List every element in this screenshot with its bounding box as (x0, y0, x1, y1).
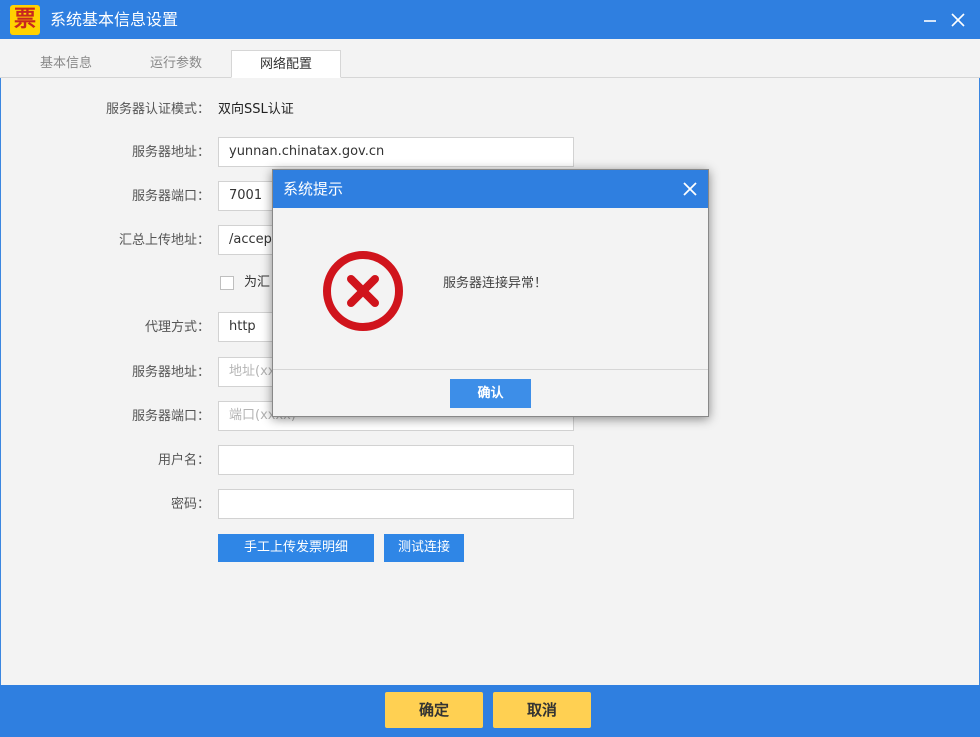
tab-basic-info[interactable]: 基本信息 (12, 50, 120, 78)
dialog-title: 系统提示 (283, 180, 344, 198)
cancel-button[interactable]: 取消 (493, 692, 591, 728)
proxy-type-label: 代理方式： (144, 320, 210, 335)
server-address-label: 服务器地址： (131, 145, 210, 160)
system-alert-dialog: 系统提示 服务器连接异常！ 确认 (272, 169, 709, 417)
test-connection-button[interactable]: 测试连接 (384, 534, 464, 562)
server-address-input[interactable]: yunnan.chinatax.gov.cn (218, 137, 574, 167)
error-icon (323, 251, 403, 331)
tab-run-params[interactable]: 运行参数 (122, 50, 230, 78)
minimize-button[interactable] (916, 0, 944, 39)
window-close-button[interactable] (944, 0, 972, 39)
password-input[interactable] (218, 489, 574, 519)
upload-address-label: 汇总上传地址： (118, 233, 210, 248)
manual-upload-button[interactable]: 手工上传发票明细 (218, 534, 374, 562)
window-titlebar: 票 系统基本信息设置 (0, 0, 980, 39)
dialog-message: 服务器连接异常！ (443, 276, 548, 291)
minimize-icon (924, 19, 936, 22)
footer-bar: 确定 取消 (0, 685, 980, 737)
dialog-confirm-button[interactable]: 确认 (450, 379, 531, 408)
server-port-label: 服务器端口： (131, 189, 210, 204)
app-logo-icon: 票 (10, 5, 40, 35)
window-title: 系统基本信息设置 (50, 10, 179, 29)
summary-upload-checkbox[interactable] (220, 276, 234, 290)
ok-button[interactable]: 确定 (385, 692, 483, 728)
dialog-close-button[interactable] (679, 178, 701, 200)
auth-mode-label: 服务器认证模式： (105, 102, 210, 117)
summary-upload-checkbox-label: 为汇 (244, 275, 271, 290)
tab-network-config[interactable]: 网络配置 (231, 50, 341, 78)
dialog-divider (273, 369, 708, 370)
dialog-header: 系统提示 (273, 170, 708, 208)
proxy-address-label: 服务器地址： (131, 365, 210, 380)
close-icon (951, 12, 965, 27)
password-label: 密码： (170, 497, 210, 512)
username-label: 用户名： (157, 453, 210, 468)
auth-mode-value: 双向SSL认证 (218, 102, 294, 117)
tab-bar: 基本信息 运行参数 网络配置 (0, 39, 980, 78)
username-input[interactable] (218, 445, 574, 475)
proxy-port-label: 服务器端口： (131, 409, 210, 424)
close-icon (683, 182, 697, 196)
